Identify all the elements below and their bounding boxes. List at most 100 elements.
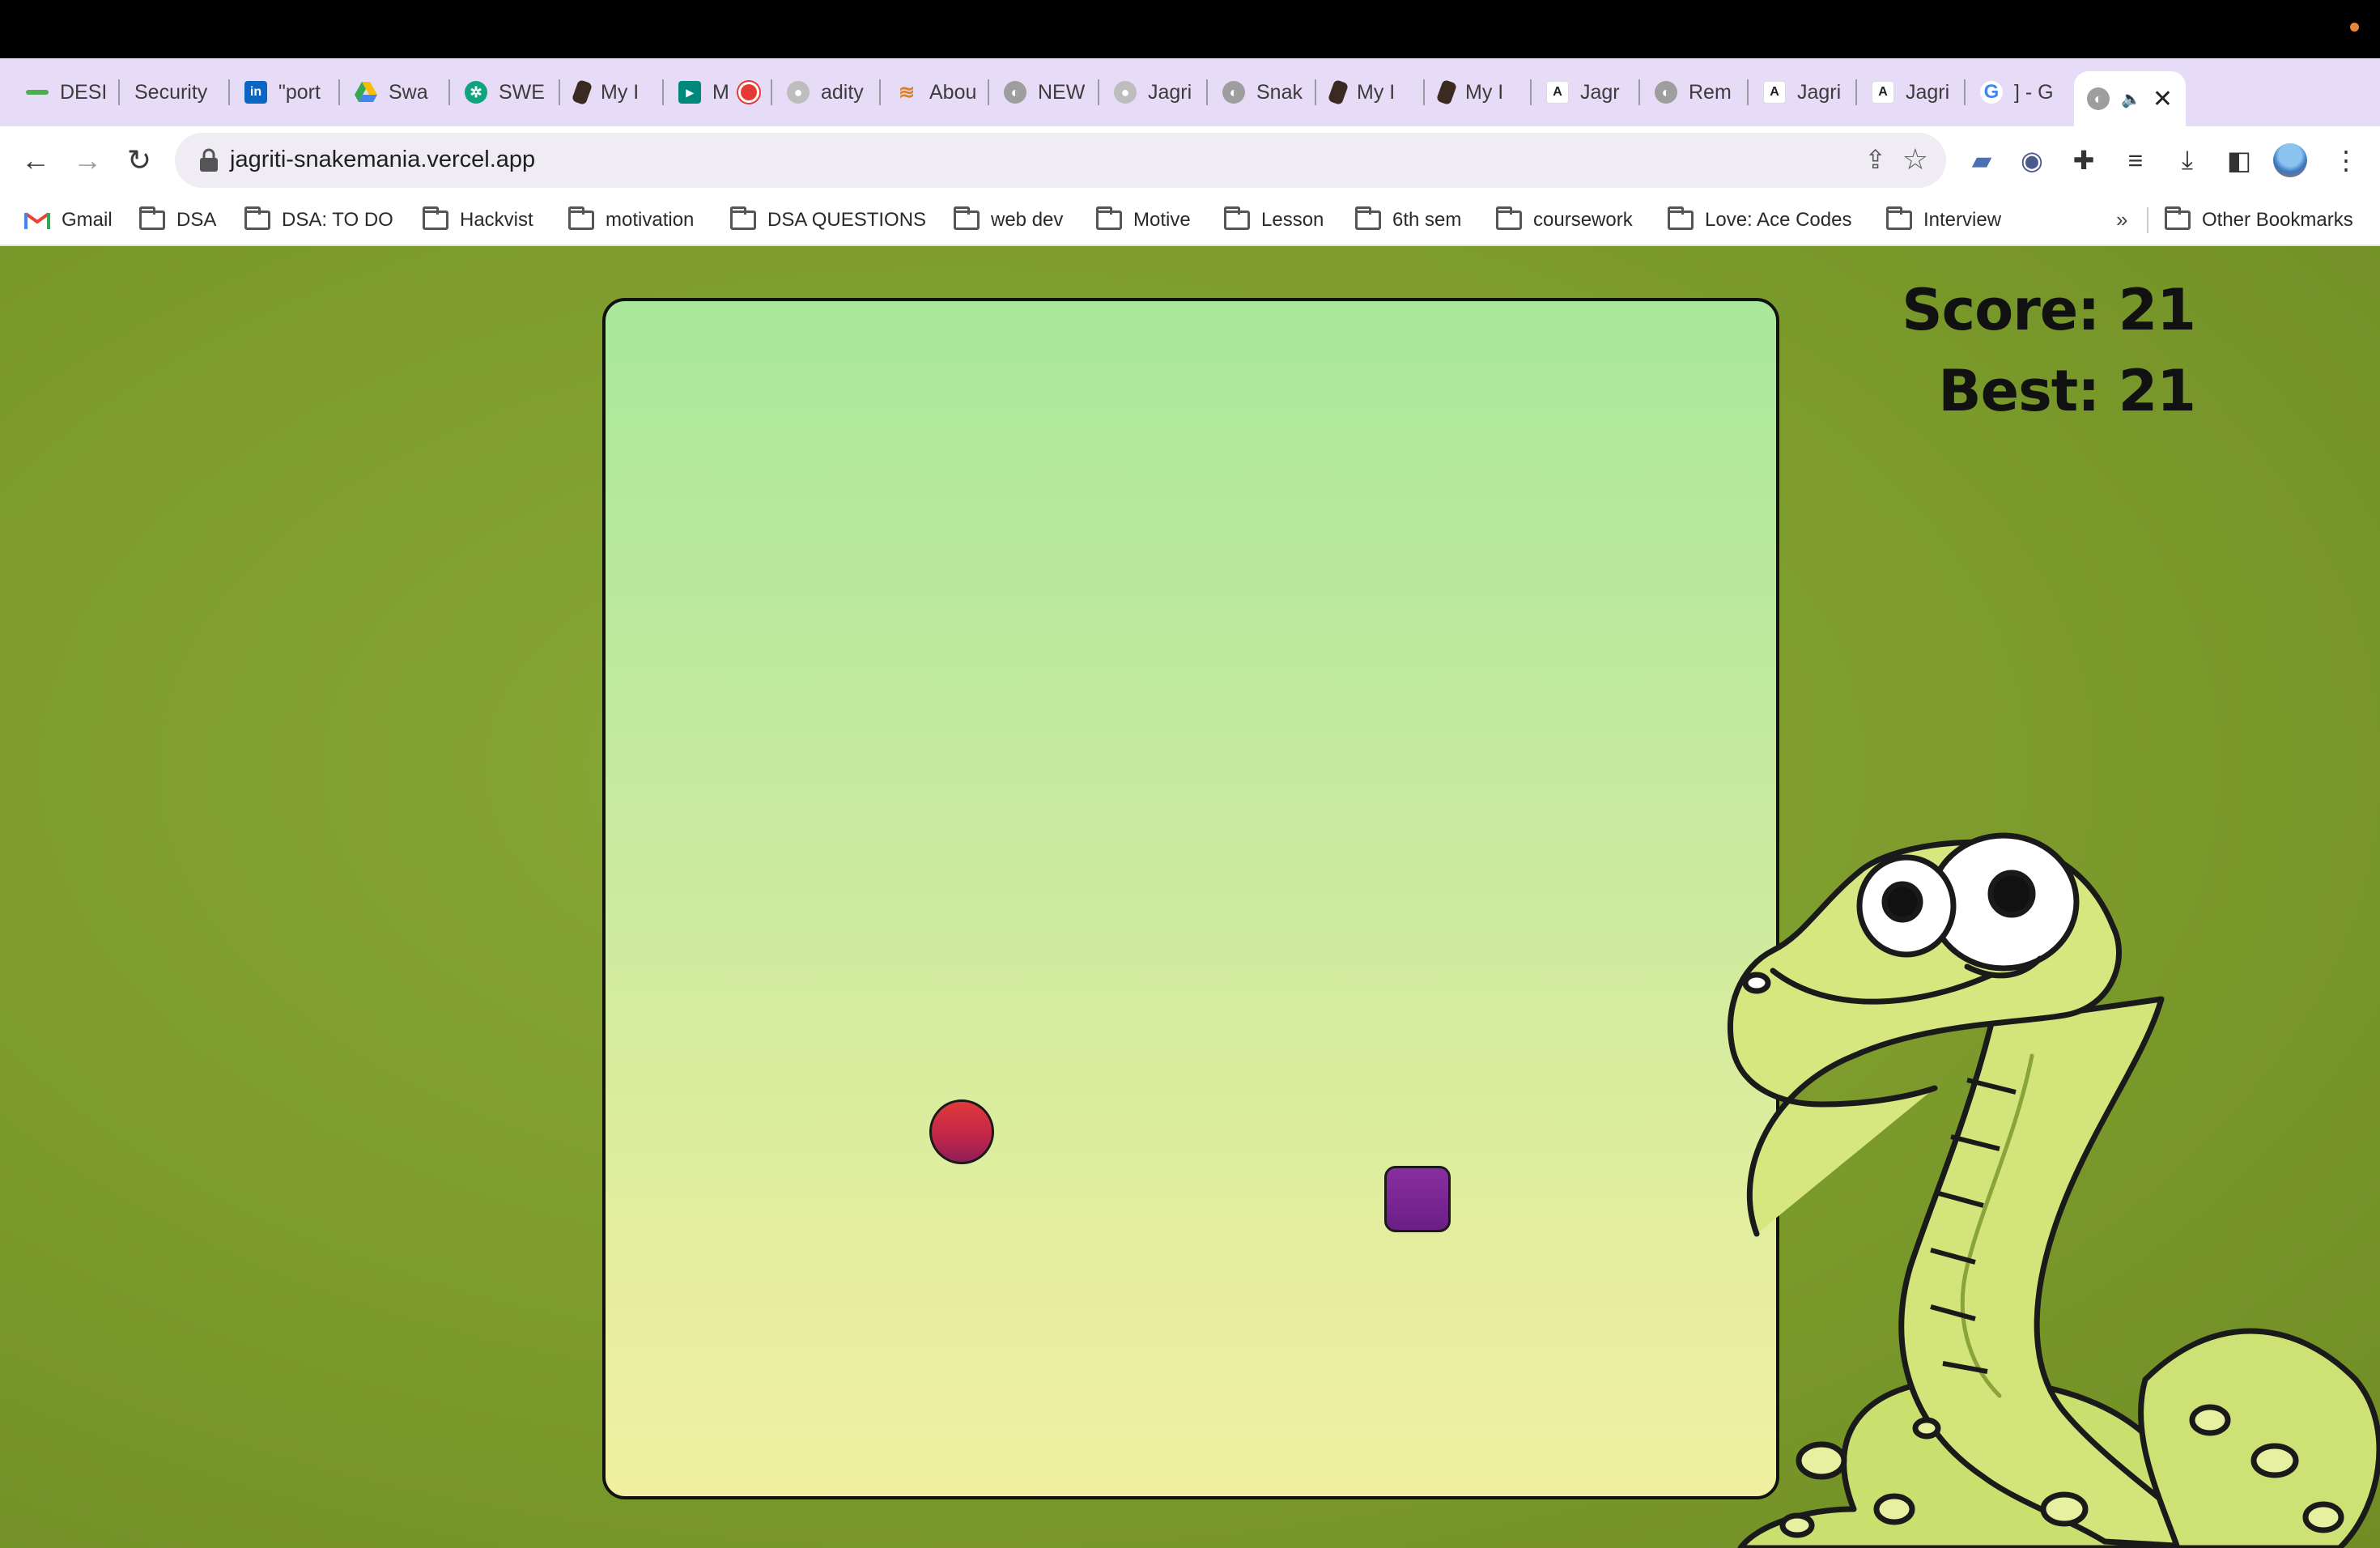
bookmark-folder[interactable]: DSA (139, 206, 216, 235)
tab[interactable]: A Jagri (1750, 70, 1857, 115)
openai-icon: ✲ (465, 81, 487, 104)
recording-indicator-icon (2350, 23, 2359, 32)
tab[interactable]: Swa (342, 70, 450, 115)
tab[interactable]: ◐ Rem (1642, 70, 1749, 115)
download-icon[interactable]: ⤓ (2170, 142, 2205, 178)
tab-label: Swa (389, 80, 428, 104)
media-control-icon[interactable]: ≡ (2118, 142, 2153, 178)
bookmark-folder[interactable]: 6th sem (1355, 206, 1461, 235)
tab-label: Snak (1256, 80, 1303, 104)
tab[interactable]: ▸ M (665, 70, 772, 115)
bookmark-folder[interactable]: Lesson (1224, 206, 1324, 235)
share-icon[interactable]: ⇪ (1864, 144, 1886, 175)
bookmark-folder[interactable]: motivation (568, 206, 694, 235)
more-bookmarks-chevron[interactable]: » (2116, 207, 2127, 232)
bookmark-folder[interactable]: Hackvist (423, 206, 533, 235)
linkedin-icon: in (244, 81, 267, 104)
tab[interactable]: in "port (232, 70, 340, 115)
tab-separator (879, 79, 881, 105)
bookmark-label: Motive (1133, 209, 1191, 231)
bookmark-gmail[interactable]: Gmail (24, 206, 113, 235)
close-tab-icon[interactable]: ✕ (2153, 85, 2173, 113)
globe-icon: ◐ (1655, 81, 1677, 104)
tab[interactable]: My I (562, 70, 664, 115)
tab[interactable]: ✲ SWE (452, 70, 560, 115)
globe-icon: ◐ (1004, 81, 1026, 104)
bookmark-folder[interactable]: Love: Ace Codes (1668, 206, 1851, 235)
tab-separator (228, 79, 230, 105)
tab-label: Abou (929, 80, 977, 104)
bookmark-label: coursework (1533, 209, 1633, 231)
tab[interactable]: G ] - G (1967, 70, 2072, 115)
app-icon (1327, 79, 1349, 106)
bookmark-folder[interactable]: Interview (1886, 206, 2001, 235)
tab[interactable]: ◐ Snak (1209, 70, 1316, 115)
folder-icon (139, 206, 165, 230)
bookmark-label: Other Bookmarks (2202, 209, 2353, 231)
extensions-puzzle-icon[interactable]: ✚ (2066, 142, 2102, 178)
tab-separator (1964, 79, 1966, 105)
folder-icon (1668, 206, 1694, 230)
app-icon (1435, 79, 1458, 106)
bookmark-folder[interactable]: DSA QUESTIONS (730, 206, 926, 235)
bookmark-folder[interactable]: DSA: TO DO (244, 206, 393, 235)
best-score-display: Best: 21 (1938, 358, 2196, 424)
stack-icon: ≋ (898, 81, 916, 104)
tab[interactable]: ● adity (774, 70, 881, 115)
tab[interactable]: ● Jagri (1101, 70, 1208, 115)
tab-label: My I (1465, 80, 1504, 104)
globe-icon: ◐ (2087, 87, 2110, 110)
drive-icon (355, 81, 377, 104)
tab[interactable]: My I (1318, 70, 1425, 115)
extension-icon[interactable]: ▰ (1964, 142, 2000, 178)
bookmark-folder[interactable]: coursework (1496, 206, 1633, 235)
gmail-icon (24, 212, 50, 229)
tab[interactable]: Security (121, 70, 230, 115)
app-icon (571, 79, 593, 106)
tab[interactable]: A Jagri (1859, 70, 1966, 115)
game-board[interactable] (602, 298, 1779, 1499)
back-button[interactable]: ← (15, 139, 57, 181)
menu-kebab-icon[interactable]: ⋮ (2328, 142, 2364, 178)
snake-mascot-illustration (1727, 832, 2380, 1548)
bookmark-label: DSA (176, 209, 217, 231)
folder-icon (1496, 206, 1522, 230)
reload-button[interactable]: ↻ (118, 139, 160, 181)
folder-icon (954, 206, 980, 230)
folder-icon (730, 206, 756, 230)
tab[interactable]: My I (1426, 70, 1532, 115)
address-bar[interactable]: jagriti-snakemania.vercel.app ⇪ ☆ (175, 133, 1946, 188)
tab-label: Jagri (1797, 80, 1842, 104)
tab[interactable]: DESI (13, 70, 120, 115)
bookmark-label: Lesson (1261, 209, 1324, 231)
tab-label: DESI (60, 80, 108, 104)
forward-button[interactable]: → (66, 139, 108, 181)
extension-cursor-icon[interactable]: ◉ (2014, 142, 2050, 178)
tab-separator (1638, 79, 1640, 105)
tab[interactable]: A Jagr (1533, 70, 1640, 115)
bookmark-folder[interactable]: Motive (1096, 206, 1191, 235)
tab[interactable]: ◐ NEW (991, 70, 1099, 115)
bookmark-star-icon[interactable]: ☆ (1902, 142, 1928, 176)
side-panel-icon[interactable]: ◧ (2221, 142, 2257, 178)
a-icon: A (1872, 81, 1894, 104)
bookmarks-divider (2147, 207, 2148, 233)
bookmark-label: DSA: TO DO (282, 209, 393, 231)
tab-separator (1315, 79, 1316, 105)
tab-active[interactable]: ◐ 🔈 ✕ (2074, 71, 2186, 126)
food-apple (929, 1099, 994, 1164)
tab[interactable]: ≋ Abou (882, 70, 989, 115)
tab-separator (1855, 79, 1857, 105)
audio-playing-icon[interactable]: 🔈 (2121, 89, 2141, 109)
profile-avatar[interactable] (2273, 143, 2307, 177)
system-menu-bar (0, 0, 2380, 58)
bookmark-label: motivation (606, 209, 695, 231)
github-icon: ● (1114, 81, 1137, 104)
other-bookmarks[interactable]: Other Bookmarks (2165, 206, 2353, 235)
tab-label: Jagr (1580, 80, 1620, 104)
tab-label: Jagri (1906, 80, 1950, 104)
tab-separator (559, 79, 560, 105)
tab-label: SWE (499, 80, 545, 104)
bookmark-folder[interactable]: web dev (954, 206, 1063, 235)
bookmark-label: Interview (1923, 209, 2002, 231)
